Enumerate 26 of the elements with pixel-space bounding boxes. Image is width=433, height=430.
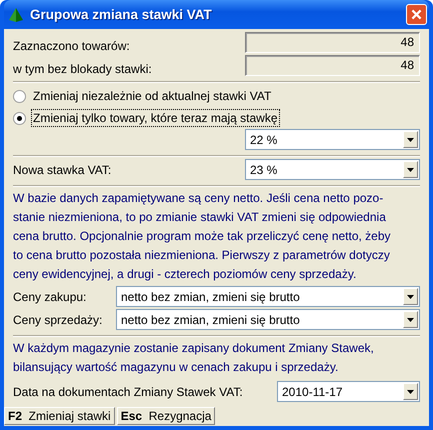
info-text: W każdym magazynie zostanie zapisany dokument Zmiany Stawek, bilansujący wartość magazynu w cenach zakupu i sprzedaży. bbox=[13, 340, 375, 376]
shortcut-button[interactable]: Esc Rezygnacja bbox=[116, 407, 216, 425]
field-label: Ceny zakupu: bbox=[13, 290, 86, 304]
info-text: W bazie danych zapamiętywane są ceny netto. Jeśli cena netto pozo- stanie niezmieniona, to po zmianie stawki VAT zmieni się odpowiednia cena brutto. Opcjonalnie program może tak przeliczyć cenę netto, żeby to cena brutto pozostała niezmieniona. Pierwszy z parametrów dotyczy ceny ewidencyjnej, a drugi - czterech poziomów ceny sprzedaży. bbox=[13, 190, 392, 283]
date-dropdown[interactable]: 2010-11-17 bbox=[277, 381, 420, 402]
count-field: 48 bbox=[245, 32, 420, 53]
price-dropdown[interactable]: netto bez zmian, zmieni się brutto bbox=[116, 309, 420, 330]
rate-dropdown[interactable]: 23 % bbox=[245, 159, 420, 180]
close-button[interactable] bbox=[406, 4, 427, 25]
radio-option[interactable]: Zmieniaj tylko towary, które teraz mają stawkę bbox=[13, 107, 420, 129]
radio-label[interactable]: Zmieniaj niezależnie od aktualnej stawki VAT bbox=[31, 87, 274, 105]
window-title: Grupowa zmiana stawki VAT bbox=[30, 7, 213, 22]
field-label: Zaznaczono towarów: bbox=[13, 39, 130, 53]
radio-option[interactable]: Zmieniaj niezależnie od aktualnej stawki VAT bbox=[13, 85, 420, 107]
price-dropdown[interactable]: netto bez zmian, zmieni się brutto bbox=[116, 286, 420, 307]
field-label: Nowa stawka VAT: bbox=[13, 162, 112, 176]
field-label: w tym bez blokady stawki: bbox=[13, 62, 152, 76]
radio-button[interactable] bbox=[13, 112, 26, 124]
field-label: Data na dokumentach Zmiany Stawek VAT: bbox=[13, 384, 243, 398]
rate-dropdown[interactable]: 22 % bbox=[245, 129, 420, 150]
radio-button[interactable] bbox=[13, 90, 26, 102]
count-field: 48 bbox=[245, 55, 420, 76]
field-label: Ceny sprzedaży: bbox=[13, 312, 102, 326]
shortcut-button[interactable]: F2 Zmieniaj stawki bbox=[4, 407, 115, 425]
radio-label[interactable]: Zmieniaj tylko towary, które teraz mają stawkę bbox=[31, 109, 280, 127]
pyramid-icon bbox=[8, 6, 24, 22]
